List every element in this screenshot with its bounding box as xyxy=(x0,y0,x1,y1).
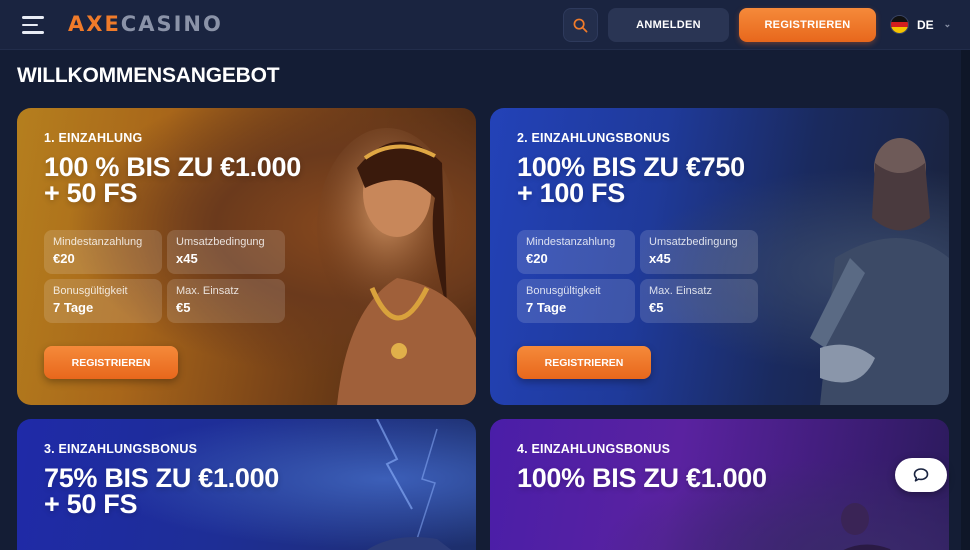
stat-wagering: Umsatzbedingung x45 xyxy=(640,230,758,274)
stat-key: Max. Einsatz xyxy=(649,285,712,297)
stat-key: Max. Einsatz xyxy=(176,285,239,297)
register-button[interactable]: REGISTRIEREN xyxy=(739,8,876,42)
page-title: WILLKOMMENSANGEBOT xyxy=(17,64,280,87)
offer-stats: Mindestanzahlung €20 Umsatzbedingung x45 B… xyxy=(517,230,758,323)
language-selector[interactable]: DE ⌄ xyxy=(890,15,951,34)
stat-min-deposit: Mindestanzahlung €20 xyxy=(44,230,162,274)
chat-button[interactable] xyxy=(895,458,947,492)
offer-title-line: 100% BIS ZU €750 xyxy=(517,152,745,182)
stat-key: Mindestanzahlung xyxy=(53,236,143,248)
stat-key: Bonusgültigkeit xyxy=(53,285,128,297)
top-header: AXECASINO ANMELDEN REGISTRIEREN DE ⌄ xyxy=(0,0,970,50)
offer-title-line: + 50 FS xyxy=(44,489,138,519)
logo[interactable]: AXECASINO xyxy=(68,12,223,36)
offer-title: 100 % BIS ZU €1.000 + 50 FS xyxy=(44,152,301,208)
offer-card-1: 1. EINZAHLUNG 100 % BIS ZU €1.000 + 50 F… xyxy=(17,108,476,405)
stat-value: 7 Tage xyxy=(53,300,94,315)
flag-de-icon xyxy=(890,15,909,34)
offer-register-button[interactable]: REGISTRIEREN xyxy=(517,346,651,379)
search-button[interactable] xyxy=(563,8,598,42)
offer-stats: Mindestanzahlung €20 Umsatzbedingung x45 B… xyxy=(44,230,285,323)
stat-value: €20 xyxy=(526,251,548,266)
offer-label: 2. EINZAHLUNGSBONUS xyxy=(517,131,671,145)
offer-title-line: + 100 FS xyxy=(517,178,625,208)
stat-max-bet: Max. Einsatz €5 xyxy=(167,279,285,323)
stat-value: x45 xyxy=(649,251,671,266)
offer-label: 1. EINZAHLUNG xyxy=(44,131,143,145)
stat-value: €20 xyxy=(53,251,75,266)
offer-title-line: 100 % BIS ZU €1.000 xyxy=(44,152,301,182)
offer-label: 4. EINZAHLUNGSBONUS xyxy=(517,442,671,456)
scrollbar[interactable] xyxy=(961,50,970,550)
stat-key: Bonusgültigkeit xyxy=(526,285,601,297)
offer-title: 75% BIS ZU €1.000 + 50 FS xyxy=(44,463,280,519)
menu-icon[interactable] xyxy=(22,16,44,34)
offer-card-4: 4. EINZAHLUNGSBONUS 100% BIS ZU €1.000 xyxy=(490,419,949,550)
offer-title-line: 100% BIS ZU €1.000 xyxy=(517,463,767,493)
offer-2-artwork xyxy=(810,138,949,405)
stat-max-bet: Max. Einsatz €5 xyxy=(640,279,758,323)
logo-casino-text: CASINO xyxy=(120,12,223,36)
offer-title-line: + 50 FS xyxy=(44,178,138,208)
stat-key: Mindestanzahlung xyxy=(526,236,616,248)
stat-value: €5 xyxy=(649,300,664,315)
language-code: DE xyxy=(917,17,934,32)
login-button[interactable]: ANMELDEN xyxy=(608,8,729,42)
chevron-down-icon: ⌄ xyxy=(943,19,952,29)
offer-title-line: 75% BIS ZU €1.000 xyxy=(44,463,280,493)
stat-key: Umsatzbedingung xyxy=(649,236,738,248)
stat-validity: Bonusgültigkeit 7 Tage xyxy=(44,279,162,323)
chat-bubble-icon xyxy=(913,468,929,482)
offer-label: 3. EINZAHLUNGSBONUS xyxy=(44,442,198,456)
offer-3-artwork xyxy=(367,419,452,550)
stat-validity: Bonusgültigkeit 7 Tage xyxy=(517,279,635,323)
logo-axe-text: AXE xyxy=(68,12,121,36)
offer-card-2: 2. EINZAHLUNGSBONUS 100% BIS ZU €750 + 1… xyxy=(490,108,949,405)
search-icon xyxy=(573,18,588,32)
offer-title: 100% BIS ZU €1.000 xyxy=(517,463,767,493)
offer-4-artwork xyxy=(841,503,891,550)
offer-register-button[interactable]: REGISTRIEREN xyxy=(44,346,178,379)
stat-value: 7 Tage xyxy=(526,300,567,315)
stat-key: Umsatzbedingung xyxy=(176,236,265,248)
stat-value: x45 xyxy=(176,251,198,266)
stat-wagering: Umsatzbedingung x45 xyxy=(167,230,285,274)
offer-title: 100% BIS ZU €750 + 100 FS xyxy=(517,152,745,208)
stat-value: €5 xyxy=(176,300,191,315)
offer-card-3: 3. EINZAHLUNGSBONUS 75% BIS ZU €1.000 + … xyxy=(17,419,476,550)
stat-min-deposit: Mindestanzahlung €20 xyxy=(517,230,635,274)
